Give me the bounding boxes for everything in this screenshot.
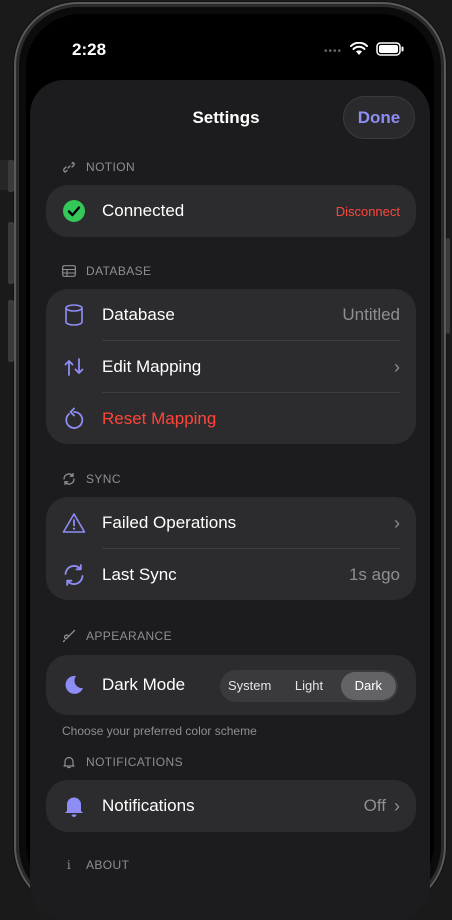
notifications-value: Off	[363, 796, 386, 815]
chevron-right-icon: ›	[394, 795, 400, 816]
edit-mapping-label: Edit Mapping	[102, 357, 202, 376]
reset-arrow-icon	[62, 407, 86, 431]
appearance-footnote: Choose your preferred color scheme	[62, 724, 257, 738]
database-value: Untitled	[342, 305, 400, 324]
failed-operations-row[interactable]: Failed Operations ›	[46, 497, 416, 549]
battery-icon	[376, 42, 404, 61]
section-title: ABOUT	[86, 858, 130, 872]
segment-system[interactable]: System	[222, 672, 277, 700]
failed-operations-label: Failed Operations	[102, 513, 237, 532]
notion-card: Connected Disconnect	[46, 185, 416, 237]
table-icon	[62, 264, 76, 278]
segment-dark[interactable]: Dark	[340, 672, 396, 700]
status-icons: ••••	[323, 41, 404, 61]
section-header-notion: NOTION	[62, 160, 135, 174]
refresh-icon	[62, 563, 86, 587]
arrows-up-down-icon	[62, 355, 86, 379]
database-card: Database Untitled Edit Mapping › Reset M…	[46, 289, 416, 444]
failed-operations-chevron: ›	[394, 513, 400, 534]
database-label: Database	[102, 305, 175, 324]
checkmark-circle-icon	[62, 199, 86, 223]
status-time: 2:28	[72, 40, 107, 59]
segment-light[interactable]: Light	[281, 672, 336, 700]
reset-mapping-row[interactable]: Reset Mapping	[46, 393, 416, 445]
wifi-icon	[350, 41, 368, 61]
section-header-notifications: NOTIFICATIONS	[62, 755, 183, 769]
mute-switch	[8, 160, 14, 192]
warning-triangle-icon	[62, 511, 86, 535]
section-title: NOTIFICATIONS	[86, 755, 183, 769]
section-header-database: DATABASE	[62, 264, 151, 278]
chevron-right-icon: ›	[394, 512, 400, 533]
sync-card: Failed Operations › Last Sync 1s ago	[46, 497, 416, 600]
section-header-about: i ABOUT	[62, 858, 129, 872]
bell-icon	[62, 794, 86, 818]
connection-row: Connected Disconnect	[46, 185, 416, 237]
cellular-dots-icon: ••••	[323, 46, 342, 57]
volume-up-button	[8, 222, 14, 284]
power-button	[446, 238, 450, 334]
chevron-right-icon: ›	[394, 356, 400, 377]
color-scheme-segmented-control: System Light Dark	[220, 670, 398, 702]
paintbrush-icon	[62, 629, 76, 643]
link-icon	[62, 160, 76, 174]
section-header-appearance: APPEARANCE	[62, 629, 172, 643]
database-row[interactable]: Database Untitled	[46, 289, 416, 341]
disconnect-button[interactable]: Disconnect	[336, 204, 400, 219]
last-sync-label: Last Sync	[102, 565, 177, 584]
section-title: SYNC	[86, 472, 121, 486]
notifications-card: Notifications Off ›	[46, 780, 416, 832]
section-title: DATABASE	[86, 264, 152, 278]
info-icon: i	[66, 858, 72, 872]
done-button[interactable]: Done	[343, 96, 415, 139]
reset-mapping-label: Reset Mapping	[102, 409, 217, 428]
edit-mapping-row[interactable]: Edit Mapping ›	[46, 341, 416, 393]
section-title: APPEARANCE	[86, 629, 173, 643]
last-sync-row: Last Sync 1s ago	[46, 549, 416, 601]
bell-outline-icon	[62, 755, 76, 769]
section-title: NOTION	[86, 160, 136, 174]
notifications-label: Notifications	[102, 796, 195, 815]
sync-icon	[62, 472, 76, 486]
last-sync-value: 1s ago	[348, 565, 400, 584]
edit-mapping-chevron: ›	[394, 357, 400, 378]
notifications-row[interactable]: Notifications Off ›	[46, 780, 416, 832]
volume-down-button	[8, 300, 14, 362]
dark-mode-label: Dark Mode	[102, 675, 186, 694]
moon-icon	[62, 673, 86, 697]
section-header-sync: SYNC	[62, 472, 121, 486]
notifications-value-group: Off ›	[364, 796, 400, 817]
connected-label: Connected	[102, 201, 185, 220]
cylinder-icon	[62, 303, 86, 327]
